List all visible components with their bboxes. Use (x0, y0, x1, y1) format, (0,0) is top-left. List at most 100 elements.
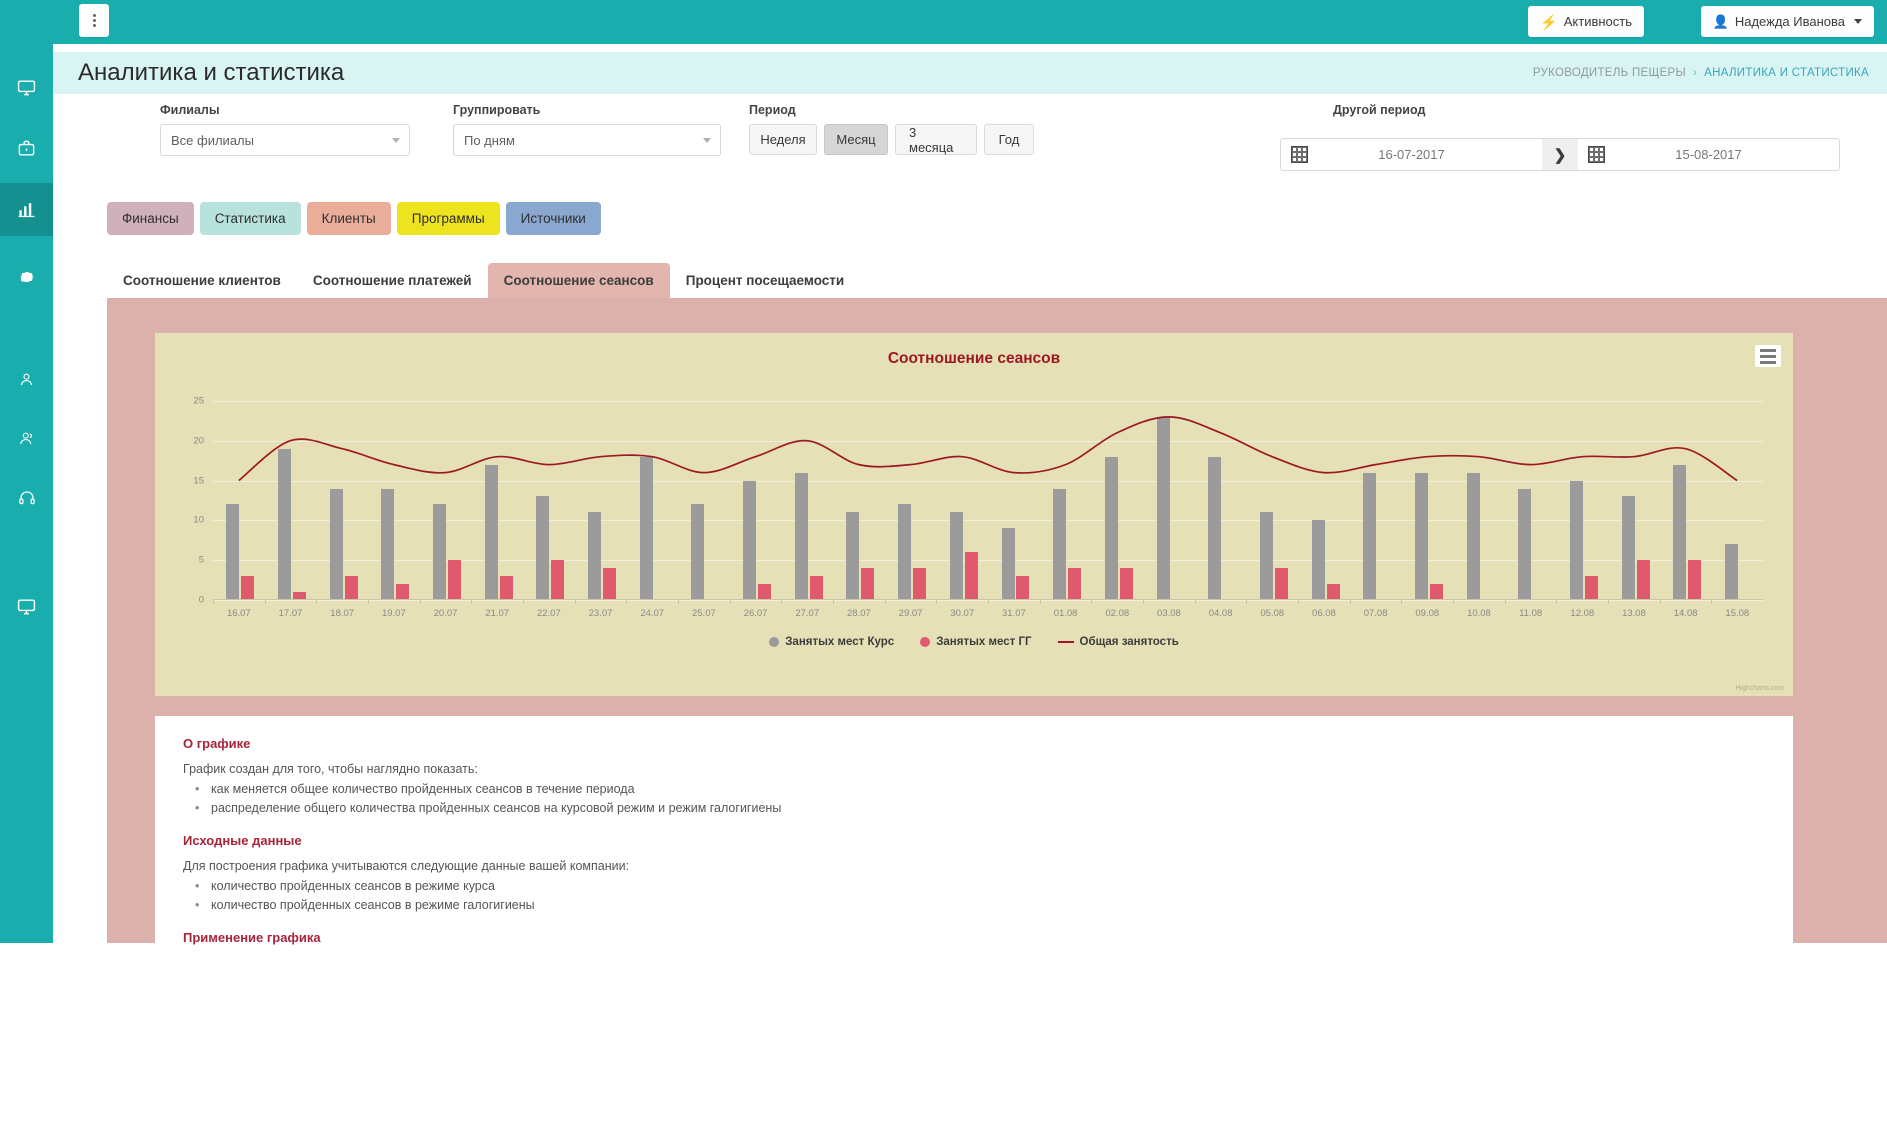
x-axis-tick (678, 600, 679, 604)
x-axis-tick (1505, 600, 1506, 604)
x-axis-tick-label: 21.07 (471, 608, 523, 619)
legend-item-total[interactable]: Общая занятость (1058, 636, 1179, 648)
date-from-field[interactable]: 16-07-2017 (1281, 139, 1542, 170)
period-button-week[interactable]: Неделя (749, 124, 817, 155)
x-axis-tick-label: 23.07 (575, 608, 627, 619)
period-button-year[interactable]: Год (984, 124, 1034, 155)
sidebar-item-support[interactable] (0, 471, 53, 524)
x-axis-tick-label: 02.08 (1091, 608, 1143, 619)
group-select-value: По дням (464, 133, 515, 148)
tab-attendance-percent[interactable]: Процент посещаемости (670, 263, 860, 298)
info-list-item: распределение общего количества пройденн… (183, 801, 1765, 815)
period-button-3months[interactable]: 3 месяца (895, 124, 977, 155)
users-icon (18, 430, 35, 447)
hamburger-icon[interactable] (1755, 345, 1781, 367)
x-axis-tick-label: 25.07 (678, 608, 730, 619)
x-axis-tick (1143, 600, 1144, 604)
sidebar-item-settings[interactable] (0, 250, 53, 303)
y-axis-tick-label: 10 (193, 515, 204, 526)
period-month-label: Месяц (836, 132, 875, 147)
user-menu-button[interactable]: 👤 Надежда Иванова (1701, 6, 1874, 37)
branch-select[interactable]: Все филиалы (160, 124, 410, 156)
user-avatar-icon: 👤 (1713, 15, 1729, 28)
category-finance-label: Финансы (122, 211, 179, 226)
bolt-icon: ⚡ (1540, 15, 1557, 29)
info-heading: Исходные данные (183, 833, 1765, 848)
sidebar-item-monitor[interactable] (0, 61, 53, 114)
y-axis-tick-label: 0 (199, 595, 204, 606)
x-axis-tick-label: 12.08 (1556, 608, 1608, 619)
legend-item-gg[interactable]: Занятых мест ГГ (920, 636, 1031, 648)
x-axis-tick (368, 600, 369, 604)
activity-button[interactable]: ⚡ Активность (1528, 6, 1644, 37)
x-axis-tick-label: 04.08 (1195, 608, 1247, 619)
sidebar-item-display[interactable] (0, 580, 53, 633)
x-axis-tick (316, 600, 317, 604)
tab-sessions-ratio[interactable]: Соотношение сеансов (488, 263, 670, 298)
menu-toggle-button[interactable] (79, 4, 109, 37)
legend-total-label: Общая занятость (1080, 636, 1179, 648)
x-axis-tick (1401, 600, 1402, 604)
trend-path (239, 417, 1737, 481)
date-range-arrow-icon[interactable]: ❯ (1542, 139, 1578, 170)
category-sources-label: Источники (521, 211, 586, 226)
legend-gg-label: Занятых мест ГГ (936, 636, 1031, 648)
chart-credits[interactable]: Highcharts.com (1735, 685, 1784, 692)
x-axis-tick (1608, 600, 1609, 604)
x-axis-tick (885, 600, 886, 604)
x-axis-tick (1195, 600, 1196, 604)
x-axis-tick-label: 27.07 (781, 608, 833, 619)
x-axis-tick-label: 17.07 (265, 608, 317, 619)
x-axis-tick-label: 24.07 (626, 608, 678, 619)
x-axis-tick (1711, 600, 1712, 604)
category-button-clients[interactable]: Клиенты (307, 202, 391, 235)
x-axis-tick-label: 19.07 (368, 608, 420, 619)
group-label: Группировать (453, 103, 540, 117)
sidebar-item-analytics[interactable] (0, 183, 53, 236)
monitor-icon (17, 78, 36, 97)
y-axis-tick-label: 5 (199, 555, 204, 566)
category-statistics-label: Статистика (215, 211, 286, 226)
category-button-finance[interactable]: Финансы (107, 202, 194, 235)
period-button-month[interactable]: Месяц (824, 124, 888, 155)
x-axis-tick (730, 600, 731, 604)
category-buttons: Финансы Статистика Клиенты Программы Ист… (107, 202, 601, 235)
period-label: Период (749, 103, 796, 117)
info-paragraph: График создан для того, чтобы наглядно п… (183, 762, 1765, 776)
tab-clients-ratio[interactable]: Соотношение клиентов (107, 263, 297, 298)
category-button-programs[interactable]: Программы (397, 202, 500, 235)
sidebar-item-user[interactable] (0, 353, 53, 406)
x-axis-tick-label: 07.08 (1350, 608, 1402, 619)
legend-marker-icon (769, 637, 779, 647)
calendar-icon (1588, 146, 1605, 163)
category-button-statistics[interactable]: Статистика (200, 202, 301, 235)
category-clients-label: Клиенты (322, 211, 376, 226)
breadcrumb-root[interactable]: РУКОВОДИТЕЛЬ ПЕЩЕРЫ (1533, 67, 1686, 79)
category-button-sources[interactable]: Источники (506, 202, 601, 235)
x-axis-tick (1350, 600, 1351, 604)
sidebar-item-users[interactable] (0, 412, 53, 465)
x-axis-tick-label: 20.07 (420, 608, 472, 619)
tab-attendance-percent-label: Процент посещаемости (686, 273, 844, 288)
info-heading: О графике (183, 736, 1765, 751)
user-icon (18, 371, 35, 388)
chevron-down-icon (392, 138, 400, 143)
x-axis-tick (1660, 600, 1661, 604)
group-select[interactable]: По дням (453, 124, 721, 156)
chart-trend-line (213, 385, 1763, 600)
tab-payments-ratio[interactable]: Соотношение платежей (297, 263, 488, 298)
x-axis-tick-label: 28.07 (833, 608, 885, 619)
x-axis-tick-label: 01.08 (1040, 608, 1092, 619)
date-to-field[interactable]: 15-08-2017 (1578, 139, 1839, 170)
chevron-down-icon (703, 138, 711, 143)
branch-select-value: Все филиалы (171, 133, 254, 148)
x-axis-tick (575, 600, 576, 604)
x-axis-tick (626, 600, 627, 604)
x-axis-tick-label: 11.08 (1505, 608, 1557, 619)
sidebar-item-briefcase[interactable] (0, 122, 53, 175)
x-axis-tick (1091, 600, 1092, 604)
legend-item-course[interactable]: Занятых мест Курс (769, 636, 894, 648)
page-title: Аналитика и статистика (78, 59, 344, 87)
x-axis-tick-label: 22.07 (523, 608, 575, 619)
x-axis-tick-label: 13.08 (1608, 608, 1660, 619)
